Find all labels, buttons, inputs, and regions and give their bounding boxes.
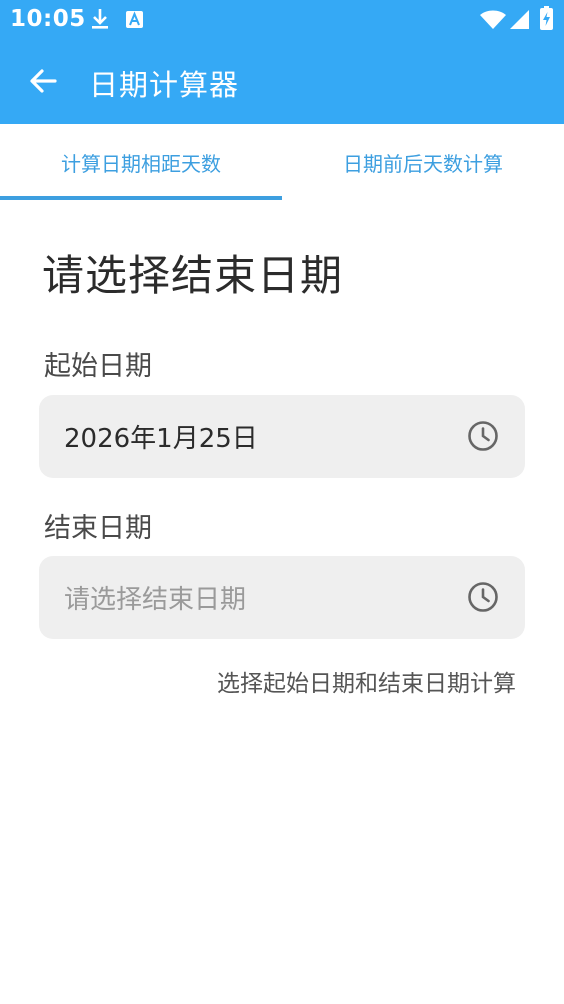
download-icon <box>90 8 110 34</box>
a-notification-icon <box>126 11 143 32</box>
hint-text: 选择起始日期和结束日期计算 <box>217 671 516 697</box>
start-date-value: 2026年1月25日 <box>64 424 258 454</box>
arrow-back-icon <box>30 69 57 93</box>
page-title: 日期计算器 <box>89 68 240 102</box>
signal-icon <box>510 10 530 34</box>
end-date-field[interactable]: 请选择结束日期 <box>39 556 525 639</box>
start-date-field[interactable]: 2026年1月25日 <box>39 395 525 478</box>
status-time: 10:05 <box>10 6 86 32</box>
tab-date-difference[interactable]: 计算日期相距天数 <box>0 124 282 200</box>
tab-date-offset[interactable]: 日期前后天数计算 <box>282 124 564 200</box>
wifi-icon <box>480 10 506 34</box>
app-bar: 10:05 日期计算器 <box>0 0 564 124</box>
back-button[interactable] <box>26 64 60 98</box>
status-bar: 10:05 <box>0 0 564 38</box>
end-date-label: 结束日期 <box>44 513 152 544</box>
clock-icon[interactable] <box>467 581 499 613</box>
tab-bar: 计算日期相距天数 日期前后天数计算 <box>0 124 564 200</box>
tab-label: 日期前后天数计算 <box>343 151 503 176</box>
clock-icon[interactable] <box>467 420 499 452</box>
end-date-placeholder: 请选择结束日期 <box>64 585 247 615</box>
tab-indicator <box>0 196 282 200</box>
start-date-label: 起始日期 <box>44 351 152 382</box>
battery-charging-icon <box>540 6 553 34</box>
headline: 请选择结束日期 <box>42 251 344 300</box>
tab-label: 计算日期相距天数 <box>61 151 221 176</box>
